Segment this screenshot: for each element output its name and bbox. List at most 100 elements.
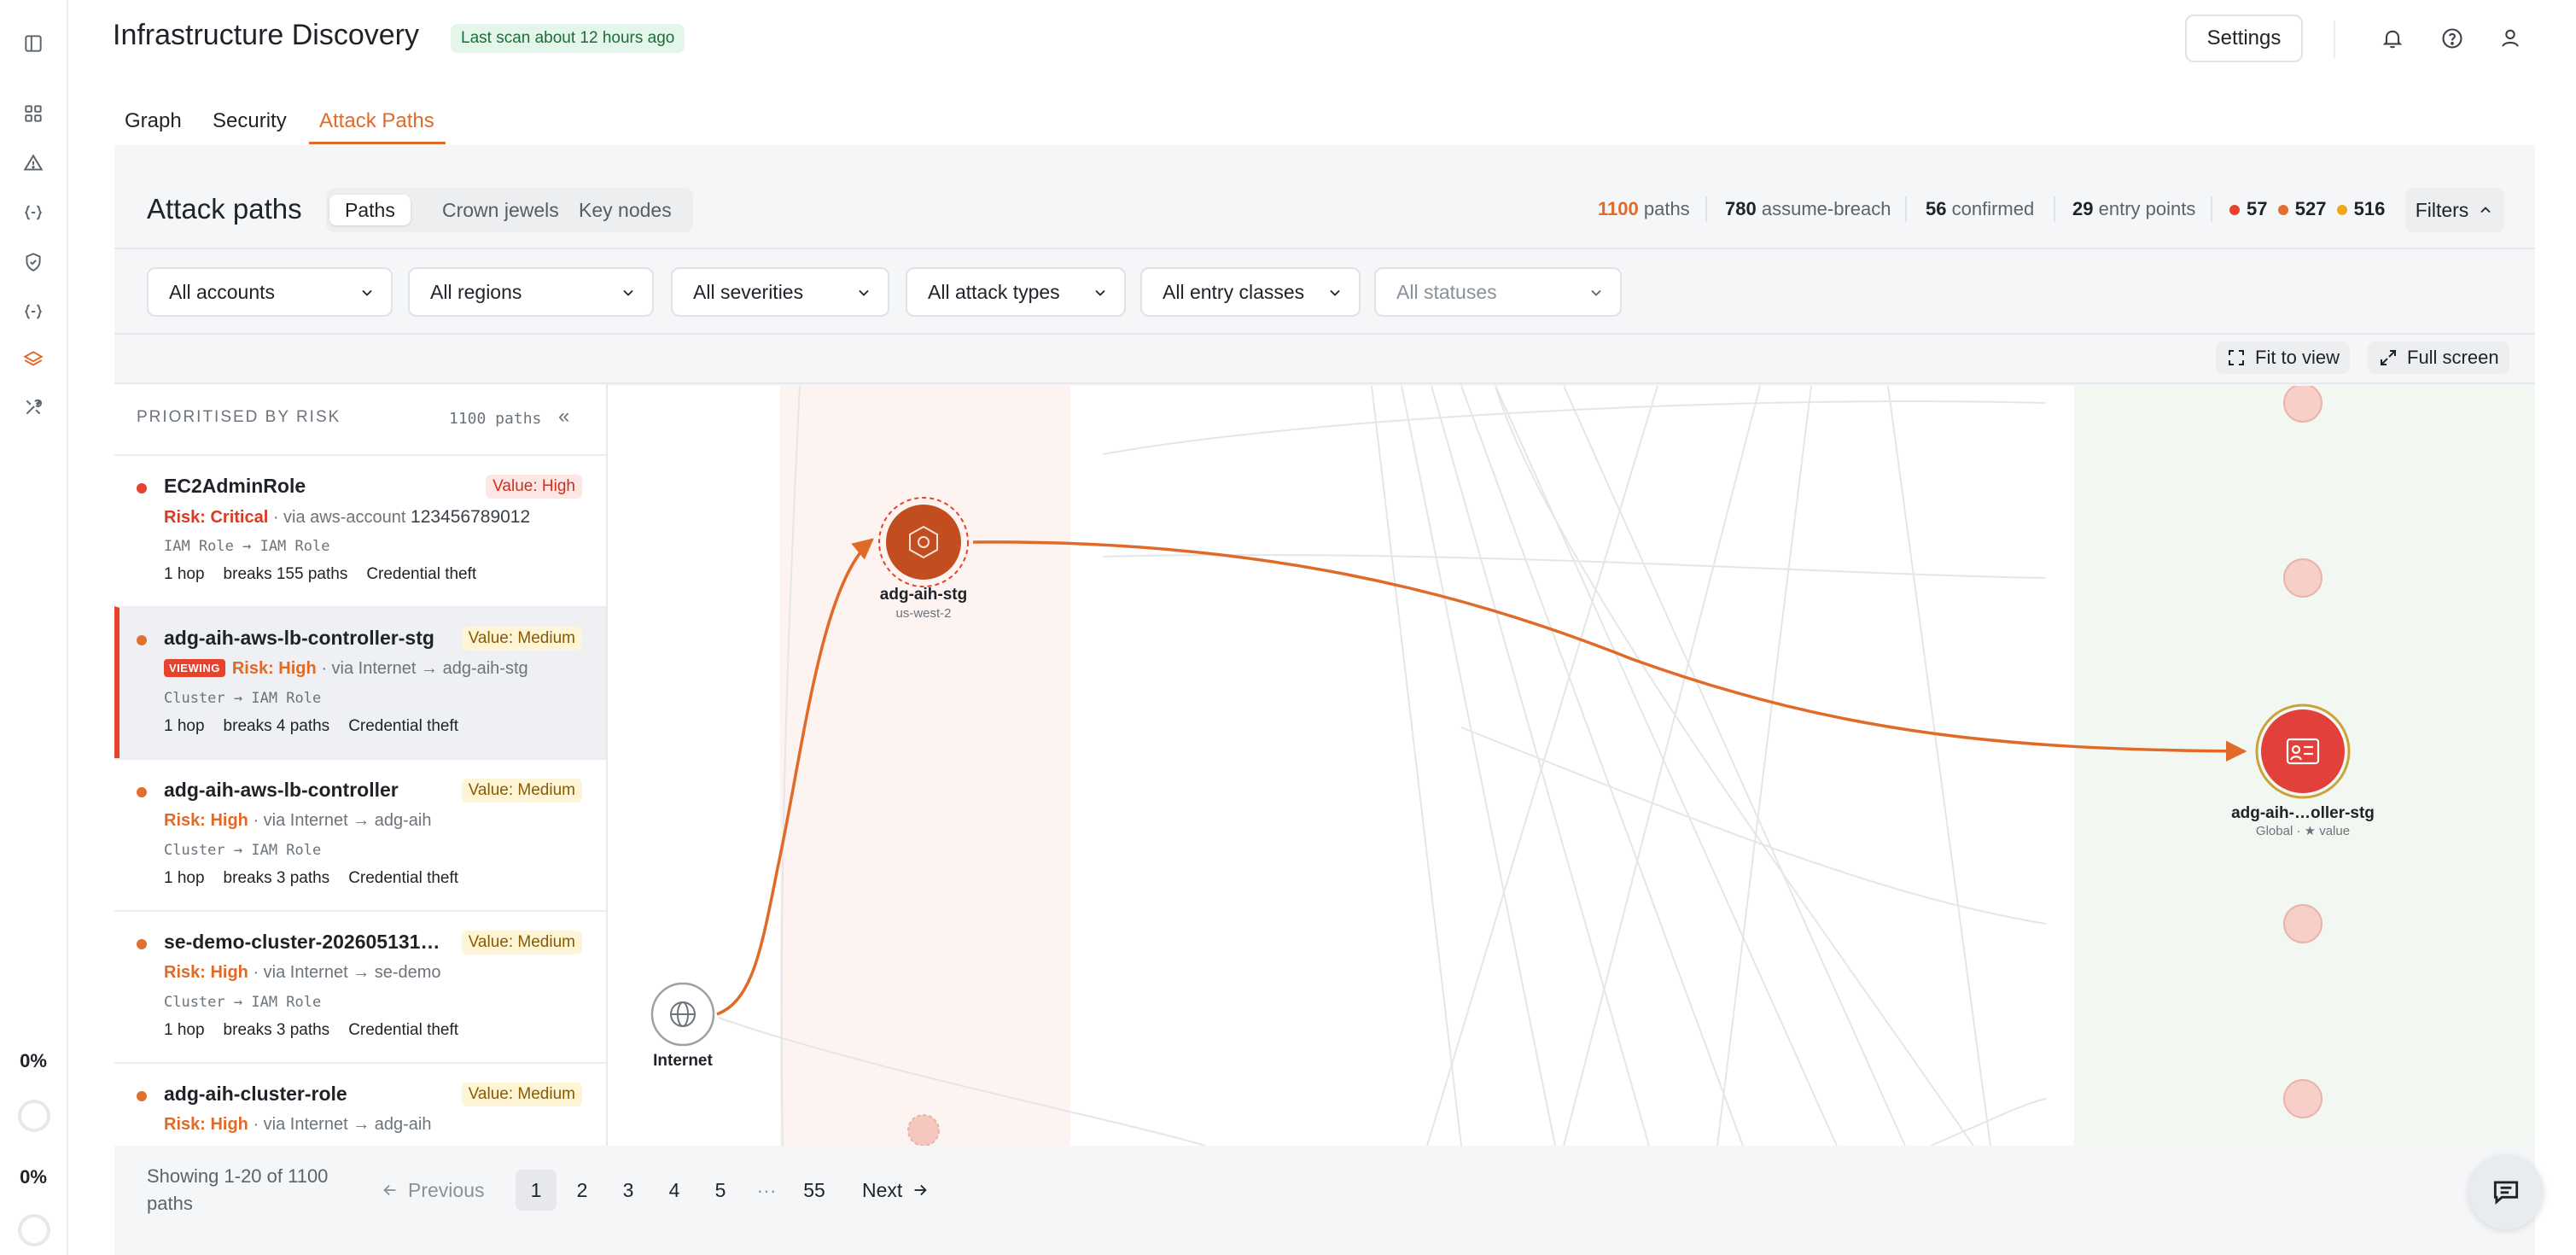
attack-type-tag: Credential theft [348,717,459,735]
code-braces-icon[interactable] [20,299,46,324]
user-icon[interactable] [2491,19,2530,58]
risk-via: · via Internet → adg-aih [253,1115,432,1134]
item-name: adg-aih-aws-lb-controller [164,779,399,801]
fit-view-icon [2229,350,2244,365]
bell-icon[interactable] [2373,19,2412,58]
next-page-button[interactable]: Next [862,1170,930,1211]
risk-level: Risk: High [164,1115,248,1134]
segment-paths[interactable]: Paths [329,195,411,225]
cluster-node-label: adg-aih-stg [879,586,968,604]
graph-canvas [650,386,2535,1146]
page-5-button[interactable]: 5 [700,1170,741,1211]
accounts-dropdown[interactable]: All accounts [147,267,393,317]
account-id: 123456789012 [411,507,531,527]
severities-dropdown[interactable]: All severities [671,267,889,317]
internet-node[interactable] [650,982,715,1047]
help-icon[interactable] [2433,19,2472,58]
page-1-button[interactable]: 1 [516,1170,557,1211]
section-title: Attack paths [147,193,302,225]
severity-dot [137,787,147,797]
list-header: PRIORITISED BY RISK [137,408,341,426]
value-badge: Value: Medium [461,931,582,954]
chevron-down-icon [1330,289,1340,296]
chevron-down-icon [1095,289,1105,296]
stat-divider [2054,196,2055,222]
risk-via: · via Internet → se-demo [253,963,441,982]
page-3-button[interactable]: 3 [608,1170,649,1211]
severity-dot [137,635,147,645]
chevron-down-icon [362,289,372,296]
target-node[interactable] [2255,703,2351,799]
progress-ring [18,1214,50,1246]
stat-entry-label: entry points [2098,198,2196,219]
arrow-right-icon [914,1184,928,1196]
segment-key-nodes[interactable]: Key nodes [563,195,687,225]
full-screen-button[interactable]: Full screen [2368,341,2509,374]
settings-button[interactable]: Settings [2185,15,2303,62]
critical-count: 57 [2247,198,2268,219]
previous-page-button[interactable]: Previous [381,1170,484,1211]
tab-graph[interactable]: Graph [125,109,182,133]
view-segmented-control: Paths Crown jewels Key nodes [326,188,693,232]
progress-label: 0% [20,1050,47,1071]
list-item[interactable]: EC2AdminRole Value: High Risk: Critical … [114,454,606,606]
code-braces-icon[interactable] [20,200,46,225]
stat-assume-breach: 780 assume-breach [1725,198,1891,220]
cluster-lane [780,386,1070,1146]
fit-to-view-button[interactable]: Fit to view [2216,341,2351,374]
item-name: se-demo-cluster-202605131… [164,931,440,953]
breaks-tag: breaks 4 paths [223,717,330,735]
severities-dropdown-value: All severities [693,280,804,303]
attack-types-dropdown[interactable]: All attack types [906,267,1126,317]
list-item[interactable]: adg-aih-aws-lb-controller Value: Medium … [114,758,606,910]
attack-type-tag: Credential theft [348,869,459,887]
regions-dropdown[interactable]: All regions [408,267,654,317]
severity-counts: 57 527 516 [2229,198,2385,220]
risk-via: · via Internet → adg-aih-stg [321,659,528,678]
page-55-button[interactable]: 55 [794,1170,835,1211]
statuses-dropdown[interactable]: All statuses [1374,267,1622,317]
critical-dot [2229,205,2240,216]
scan-status-badge: Last scan about 12 hours ago [451,24,685,53]
stat-paths-label: paths [1643,198,1690,219]
chevron-down-icon [859,289,869,296]
risk-level: Risk: High [164,963,248,982]
risk-via: · via Internet → adg-aih [253,811,432,830]
segment-crown-jewels[interactable]: Crown jewels [427,195,574,225]
attack-types-dropdown-value: All attack types [928,280,1060,303]
tools-icon[interactable] [20,394,46,420]
list-item[interactable]: adg-aih-cluster-role Value: Medium Risk:… [114,1062,606,1146]
next-label: Next [862,1178,903,1201]
attack-path-graph[interactable]: Internet adg-aih-stg us-west-2 adg-aih-…… [608,386,2535,1146]
risk-via: · via aws-account [272,508,406,527]
chat-icon [2493,1181,2519,1205]
item-tags: 1 hop breaks 3 paths Credential theft [164,869,477,888]
breaks-tag: breaks 3 paths [223,869,330,887]
page-title: Infrastructure Discovery [113,19,419,51]
fit-to-view-label: Fit to view [2255,347,2340,368]
dashboard-icon[interactable] [20,101,46,126]
filters-label: Filters [2415,198,2469,221]
entry-classes-dropdown[interactable]: All entry classes [1140,267,1361,317]
stat-confirmed-count: 56 [1926,198,1947,219]
item-type: Cluster → IAM Role [164,842,322,859]
collapse-panel-button[interactable]: « [558,405,569,429]
tab-security[interactable]: Security [213,109,287,133]
chat-button[interactable] [2468,1154,2544,1229]
page-4-button[interactable]: 4 [654,1170,695,1211]
layers-icon[interactable] [20,347,46,372]
alert-icon[interactable] [20,150,46,176]
stat-entry-points: 29 entry points [2072,198,2195,220]
stat-assume-count: 780 [1725,198,1757,219]
tab-attack-paths[interactable]: Attack Paths [319,109,434,133]
page-2-button[interactable]: 2 [562,1170,603,1211]
target-node-label: adg-aih-…oller-stg [2231,804,2375,822]
list-item[interactable]: se-demo-cluster-202605131… Value: Medium… [114,910,606,1062]
sidebar-toggle-icon[interactable] [20,31,46,56]
shield-icon[interactable] [20,249,46,275]
attack-path-list: PRIORITISED BY RISK 1100 paths « EC2Admi… [114,384,608,1146]
filters-button[interactable]: Filters [2405,188,2504,232]
hop-tag: 1 hop [164,1021,205,1039]
list-item[interactable]: adg-aih-aws-lb-controller-stg Value: Med… [114,606,606,758]
item-risk: VIEWING Risk: High · via Internet → adg-a… [164,659,528,679]
